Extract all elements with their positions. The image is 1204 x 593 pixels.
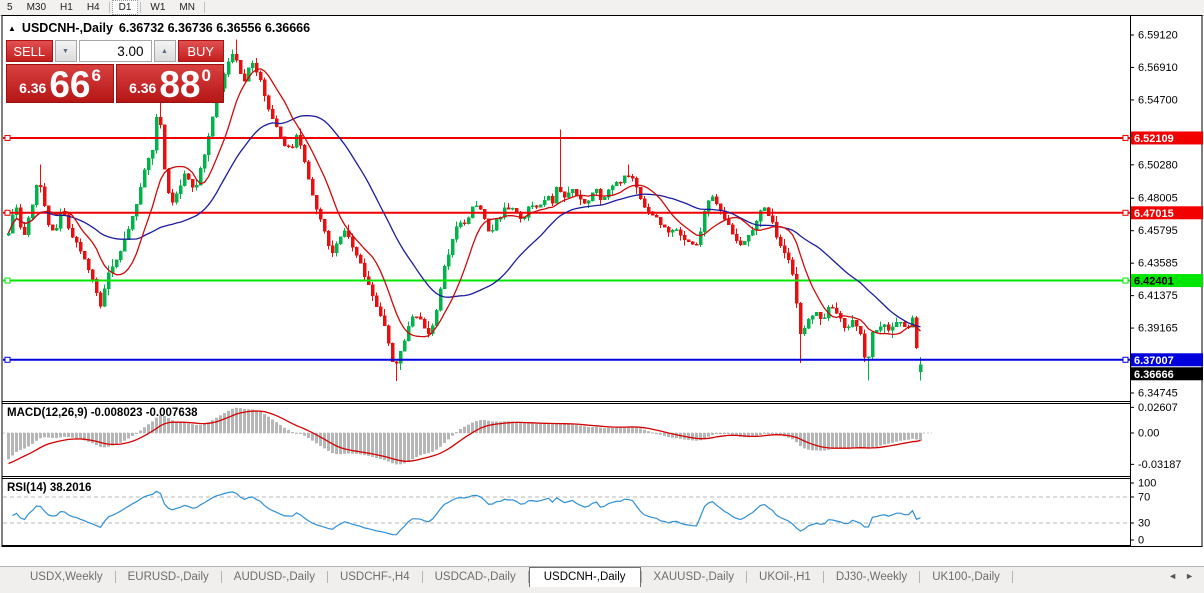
- svg-text:6.47015: 6.47015: [1134, 208, 1174, 220]
- tab-scroll-nav: ◄ ►: [1168, 571, 1194, 581]
- sell-price-prefix: 6.36: [19, 80, 46, 96]
- rsi-indicator-title: RSI(14) 38.2016: [7, 482, 91, 494]
- svg-text:6.50280: 6.50280: [1138, 159, 1178, 171]
- svg-text:0.00: 0.00: [1138, 428, 1159, 440]
- chart-ohlc-values: 6.36732 6.36736 6.36556 6.36666: [119, 21, 310, 35]
- caret-up-icon: ▲: [161, 48, 168, 55]
- svg-text:6.43585: 6.43585: [1138, 258, 1178, 270]
- svg-text:0.02607: 0.02607: [1138, 402, 1178, 414]
- svg-text:6.59120: 6.59120: [1138, 30, 1178, 42]
- timeframe-button-h4[interactable]: H4: [80, 1, 107, 14]
- timeframe-button-h1[interactable]: H1: [53, 1, 80, 14]
- chart-tab-ukoilh1[interactable]: UKOil-,H1: [747, 568, 823, 586]
- svg-text:6.48005: 6.48005: [1138, 193, 1178, 205]
- buy-price-big: 88: [159, 70, 200, 100]
- chart-tab-dj30weekly[interactable]: DJ30-,Weekly: [824, 568, 919, 586]
- svg-text:100: 100: [1138, 478, 1156, 490]
- toolbar-separator: [140, 2, 141, 13]
- buy-price-prefix: 6.36: [129, 80, 156, 96]
- chart-symbol-label: USDCNH-,Daily: [22, 21, 113, 35]
- timeframe-toolbar: 5M30H1H4 D1 W1MN: [0, 0, 1204, 16]
- chart-tab-usdcnhdaily[interactable]: USDCNH-,Daily: [529, 567, 641, 587]
- toolbar-separator: [109, 2, 110, 13]
- chart-tabs: USDX,WeeklyEURUSD-,DailyAUDUSD-,DailyUSD…: [18, 567, 1164, 587]
- chart-ohlc-header: ▲ USDCNH-,Daily 6.36732 6.36736 6.36556 …: [8, 21, 310, 35]
- svg-text:0: 0: [1138, 535, 1144, 547]
- timeframe-button-mn[interactable]: MN: [172, 1, 202, 14]
- sell-price-sup: 6: [91, 66, 100, 86]
- svg-text:6.36666: 6.36666: [1134, 369, 1174, 381]
- svg-text:70: 70: [1138, 492, 1150, 504]
- svg-text:30: 30: [1138, 518, 1150, 530]
- buy-price-button[interactable]: 6.36 88 0: [116, 64, 224, 103]
- timeframe-button-d1[interactable]: D1: [112, 0, 139, 15]
- svg-text:6.52109: 6.52109: [1134, 133, 1174, 145]
- macd-indicator-title: MACD(12,26,9) -0.008023 -0.007638: [7, 407, 198, 419]
- toolbar-separator: [204, 2, 205, 13]
- svg-text:6.41375: 6.41375: [1138, 290, 1178, 302]
- svg-text:6.34745: 6.34745: [1138, 387, 1178, 399]
- caret-down-icon: ▼: [62, 48, 69, 55]
- chart-tab-audusddaily[interactable]: AUDUSD-,Daily: [222, 568, 327, 586]
- timeframe-button-5[interactable]: 5: [0, 1, 20, 14]
- sell-price-big: 66: [49, 70, 90, 100]
- chart-tab-usdchfh4[interactable]: USDCHF-,H4: [328, 568, 422, 586]
- tab-scroll-right-icon[interactable]: ►: [1185, 571, 1194, 581]
- chart-tab-usdxweekly[interactable]: USDX,Weekly: [18, 568, 115, 586]
- chart-tab-uk100daily[interactable]: UK100-,Daily: [920, 568, 1012, 586]
- svg-text:6.45795: 6.45795: [1138, 225, 1178, 237]
- volume-input[interactable]: 3.00: [79, 40, 152, 62]
- one-click-trade-panel: SELL ▼ 3.00 ▲ BUY 6.36 66 6 6.36 88 0: [6, 40, 224, 103]
- mt4-terminal: 5M30H1H4 D1 W1MN 6.59120 6.56910 6.54700 6.50…: [0, 0, 1204, 593]
- timeframe-button-w1[interactable]: W1: [143, 1, 172, 14]
- chart-tab-bar: USDX,WeeklyEURUSD-,DailyAUDUSD-,DailyUSD…: [0, 566, 1204, 593]
- sell-button[interactable]: SELL: [6, 40, 53, 62]
- svg-text:6.54700: 6.54700: [1138, 94, 1178, 106]
- sell-price-button[interactable]: 6.36 66 6: [6, 64, 114, 103]
- volume-decrease-button[interactable]: ▼: [55, 40, 77, 62]
- timeframe-button-m30[interactable]: M30: [20, 1, 53, 14]
- svg-text:6.56910: 6.56910: [1138, 62, 1178, 74]
- tab-separator: [1012, 571, 1013, 583]
- expand-triangle-icon[interactable]: ▲: [8, 24, 16, 33]
- svg-text:-0.03187: -0.03187: [1138, 459, 1181, 471]
- chart-tab-xauusddaily[interactable]: XAUUSD-,Daily: [642, 568, 747, 586]
- svg-text:6.42401: 6.42401: [1134, 276, 1174, 288]
- volume-increase-button[interactable]: ▲: [154, 40, 176, 62]
- chart-tab-eurusddaily[interactable]: EURUSD-,Daily: [116, 568, 221, 586]
- svg-text:6.39165: 6.39165: [1138, 323, 1178, 335]
- buy-price-sup: 0: [201, 66, 210, 86]
- chart-tab-usdcaddaily[interactable]: USDCAD-,Daily: [423, 568, 528, 586]
- svg-text:6.37007: 6.37007: [1134, 355, 1174, 367]
- chart-window: 6.59120 6.56910 6.54700 6.50280 6.48005 6.457…: [0, 15, 1204, 547]
- tab-scroll-left-icon[interactable]: ◄: [1168, 571, 1177, 581]
- buy-button[interactable]: BUY: [178, 40, 225, 62]
